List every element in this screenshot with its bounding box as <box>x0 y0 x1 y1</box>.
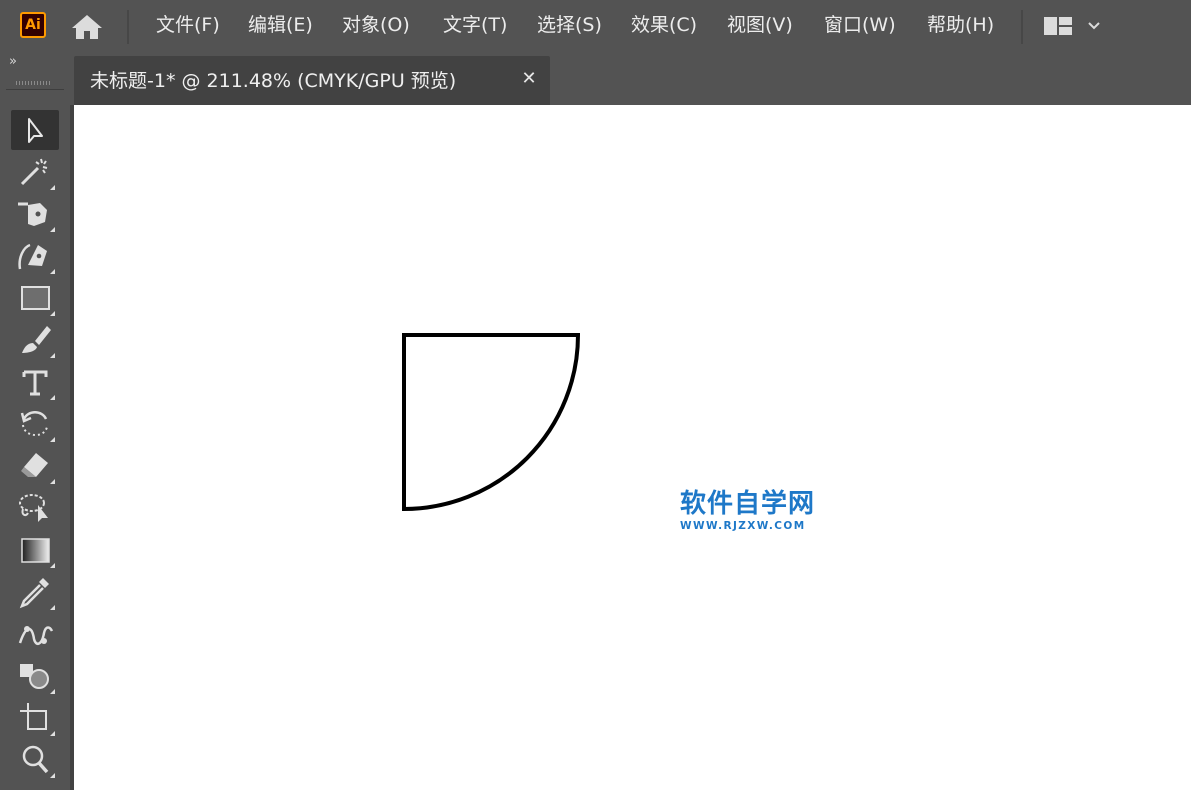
menu-file[interactable]: 文件(F) <box>156 13 220 37</box>
menu-window[interactable]: 窗口(W) <box>824 13 896 37</box>
magic-wand-tool[interactable] <box>14 153 58 191</box>
menu-edit[interactable]: 编辑(E) <box>248 13 313 37</box>
watermark-url: WWW.RJZXW.COM <box>680 520 806 532</box>
quarter-circle-shape[interactable] <box>402 333 581 512</box>
gradient-tool[interactable] <box>14 531 58 569</box>
rectangle-icon <box>21 286 55 316</box>
pen-tool[interactable] <box>14 195 58 233</box>
document-tab-title: 未标题-1* @ 211.48% (CMYK/GPU 预览) <box>90 70 457 92</box>
eyedropper-icon <box>19 578 55 610</box>
menu-bar: Ai 文件(F) 编辑(E) 对象(O) 文字(T) 选择(S) 效果(C) 视… <box>0 0 1191 50</box>
curvature-tool[interactable] <box>14 237 58 275</box>
panel-divider <box>6 89 64 90</box>
blend-tool[interactable] <box>14 615 58 653</box>
workspace-switcher-button[interactable] <box>1042 14 1106 38</box>
menu-divider <box>127 10 129 44</box>
menu-divider <box>1021 10 1023 44</box>
close-icon[interactable]: ✕ <box>518 67 540 91</box>
arrow-icon <box>28 118 43 143</box>
artboard-icon <box>20 703 55 736</box>
shape-builder-tool[interactable] <box>14 657 58 695</box>
menu-select[interactable]: 选择(S) <box>537 13 602 37</box>
type-tool[interactable] <box>14 363 58 401</box>
lasso-select-icon <box>19 494 48 522</box>
artwork <box>402 333 581 512</box>
artboard-tool[interactable] <box>14 699 58 737</box>
zoom-icon <box>22 745 55 778</box>
panel-grip[interactable] <box>16 81 52 85</box>
eraser-icon <box>21 453 55 484</box>
selection-tool[interactable] <box>14 111 58 149</box>
eyedropper-tool[interactable] <box>14 573 58 611</box>
artboard-canvas[interactable]: 软件自学网 WWW.RJZXW.COM <box>74 105 1191 790</box>
document-tab[interactable]: 未标题-1* @ 211.48% (CMYK/GPU 预览) ✕ <box>74 56 550 105</box>
type-icon <box>22 370 55 400</box>
rotate-icon <box>20 411 55 442</box>
collapse-panel-button[interactable]: » <box>9 55 17 69</box>
workspace-layout-icon <box>1044 17 1100 35</box>
zoom-tool[interactable] <box>14 741 58 779</box>
rotate-tool[interactable] <box>14 405 58 443</box>
curvature-pen-icon <box>18 243 55 274</box>
watermark-title: 软件自学网 <box>680 489 816 519</box>
menu-type[interactable]: 文字(T) <box>443 13 507 37</box>
menu-help[interactable]: 帮助(H) <box>927 13 994 37</box>
eraser-tool[interactable] <box>14 447 58 485</box>
pen-icon <box>18 202 55 232</box>
home-icon[interactable] <box>70 12 104 40</box>
paintbrush-tool[interactable] <box>14 321 58 359</box>
menu-effect[interactable]: 效果(C) <box>631 13 697 37</box>
gradient-icon <box>21 538 55 568</box>
shape-builder-icon <box>20 664 55 694</box>
blend-icon <box>18 626 54 646</box>
watermark: 软件自学网 WWW.RJZXW.COM <box>680 489 840 532</box>
app-logo: Ai <box>20 12 46 38</box>
magic-wand-icon <box>20 158 55 190</box>
menu-object[interactable]: 对象(O) <box>342 13 410 37</box>
lasso-tool[interactable] <box>14 489 58 527</box>
rectangle-tool[interactable] <box>14 279 58 317</box>
menu-view[interactable]: 视图(V) <box>727 13 793 37</box>
brush-icon <box>22 326 55 358</box>
